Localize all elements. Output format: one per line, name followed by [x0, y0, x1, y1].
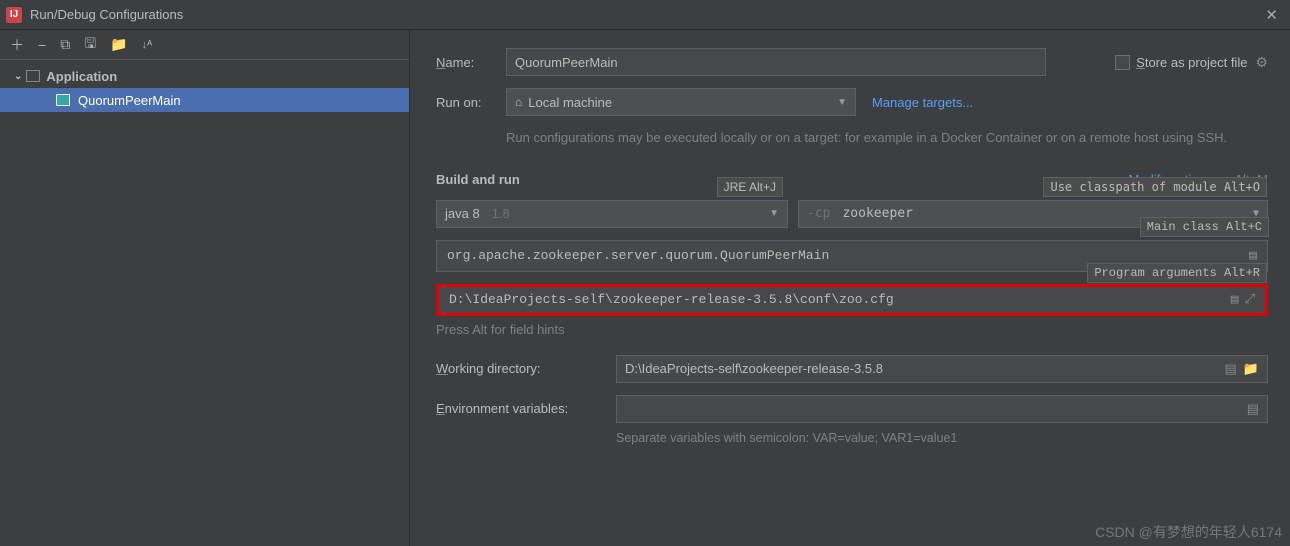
jre-tooltip: JRE Alt+J	[717, 177, 783, 197]
cp-value: zookeeper	[842, 206, 912, 221]
runon-label: Run on:	[436, 95, 506, 110]
sidebar-toolbar: ＋ − ⧉ 🖫 📁 ↓ᴬ	[0, 30, 409, 60]
list-icon[interactable]: ▤	[1249, 248, 1257, 263]
working-directory-label: Working directory:	[436, 361, 616, 376]
main-class-tooltip: Main class Alt+C	[1140, 217, 1269, 237]
browse-icon[interactable]: 📁	[1243, 361, 1259, 377]
config-tree: ⌄ Application QuorumPeerMain	[0, 60, 409, 116]
copy-icon[interactable]: ⧉	[60, 36, 70, 53]
watermark: CSDN @有梦想的年轻人6174	[1095, 522, 1282, 542]
store-as-project-file[interactable]: Store as project file	[1115, 55, 1247, 70]
env-hint: Separate variables with semicolon: VAR=v…	[616, 431, 1268, 445]
sidebar: ＋ − ⧉ 🖫 📁 ↓ᴬ ⌄ Application QuorumPeerMai…	[0, 30, 410, 546]
application-group-icon	[26, 70, 40, 82]
cp-prefix: -cp	[807, 206, 830, 221]
tree-group-application[interactable]: ⌄ Application	[0, 64, 409, 88]
titlebar: IJ Run/Debug Configurations ✕	[0, 0, 1290, 30]
name-input[interactable]: QuorumPeerMain	[506, 48, 1046, 76]
list-icon[interactable]: ▤	[1225, 361, 1237, 377]
list-icon[interactable]: ▤	[1247, 401, 1259, 417]
folder-icon[interactable]: 📁	[110, 36, 127, 53]
list-icon[interactable]: ▤	[1231, 292, 1239, 307]
runon-help-text: Run configurations may be executed local…	[506, 128, 1268, 148]
jre-name: java 8	[445, 206, 480, 221]
runon-value: Local machine	[528, 95, 612, 110]
window-title: Run/Debug Configurations	[30, 7, 1259, 22]
jre-select[interactable]: java 8 1.8 ▼ JRE Alt+J	[436, 200, 788, 228]
add-icon[interactable]: ＋	[10, 35, 24, 55]
close-icon[interactable]: ✕	[1259, 6, 1284, 24]
checkbox-icon[interactable]	[1115, 55, 1130, 70]
home-icon: ⌂	[515, 95, 522, 109]
expand-icon[interactable]: ⤢	[1245, 292, 1255, 307]
main-class-value: org.apache.zookeeper.server.quorum.Quoru…	[447, 248, 829, 263]
store-label: Store as project file	[1136, 55, 1247, 70]
program-args-input[interactable]: D:\IdeaProjects-self\zookeeper-release-3…	[436, 284, 1268, 316]
working-directory-input[interactable]: D:\IdeaProjects-self\zookeeper-release-3…	[616, 355, 1268, 383]
chevron-down-icon: ▼	[837, 97, 847, 108]
save-icon[interactable]: 🖫	[84, 33, 96, 57]
field-hint: Press Alt for field hints	[436, 322, 1268, 337]
classpath-tooltip: Use classpath of module Alt+O	[1043, 177, 1267, 197]
tree-item-quorumpeermain[interactable]: QuorumPeerMain	[0, 88, 409, 112]
env-variables-label: Environment variables:	[436, 401, 616, 416]
app-icon: IJ	[6, 7, 22, 23]
program-args-value: D:\IdeaProjects-self\zookeeper-release-3…	[449, 292, 894, 307]
jre-version: 1.8	[492, 206, 510, 221]
name-label: Name:	[436, 55, 506, 70]
tree-group-label: Application	[46, 69, 117, 84]
program-args-tooltip: Program arguments Alt+R	[1087, 263, 1267, 283]
working-directory-value: D:\IdeaProjects-self\zookeeper-release-3…	[625, 361, 883, 376]
gear-icon[interactable]: ⚙	[1255, 54, 1268, 71]
main-area: ＋ − ⧉ 🖫 📁 ↓ᴬ ⌄ Application QuorumPeerMai…	[0, 30, 1290, 546]
chevron-down-icon[interactable]: ⌄	[14, 71, 22, 82]
content-panel: Name: QuorumPeerMain Store as project fi…	[410, 30, 1290, 546]
manage-targets-link[interactable]: Manage targets...	[872, 95, 973, 110]
remove-icon[interactable]: −	[38, 37, 46, 53]
env-variables-input[interactable]: ▤	[616, 395, 1268, 423]
sort-icon[interactable]: ↓ᴬ	[142, 39, 152, 51]
chevron-down-icon: ▼	[769, 208, 779, 219]
application-icon	[56, 94, 70, 106]
runon-select[interactable]: ⌂ Local machine ▼	[506, 88, 856, 116]
tree-item-label: QuorumPeerMain	[78, 93, 181, 108]
